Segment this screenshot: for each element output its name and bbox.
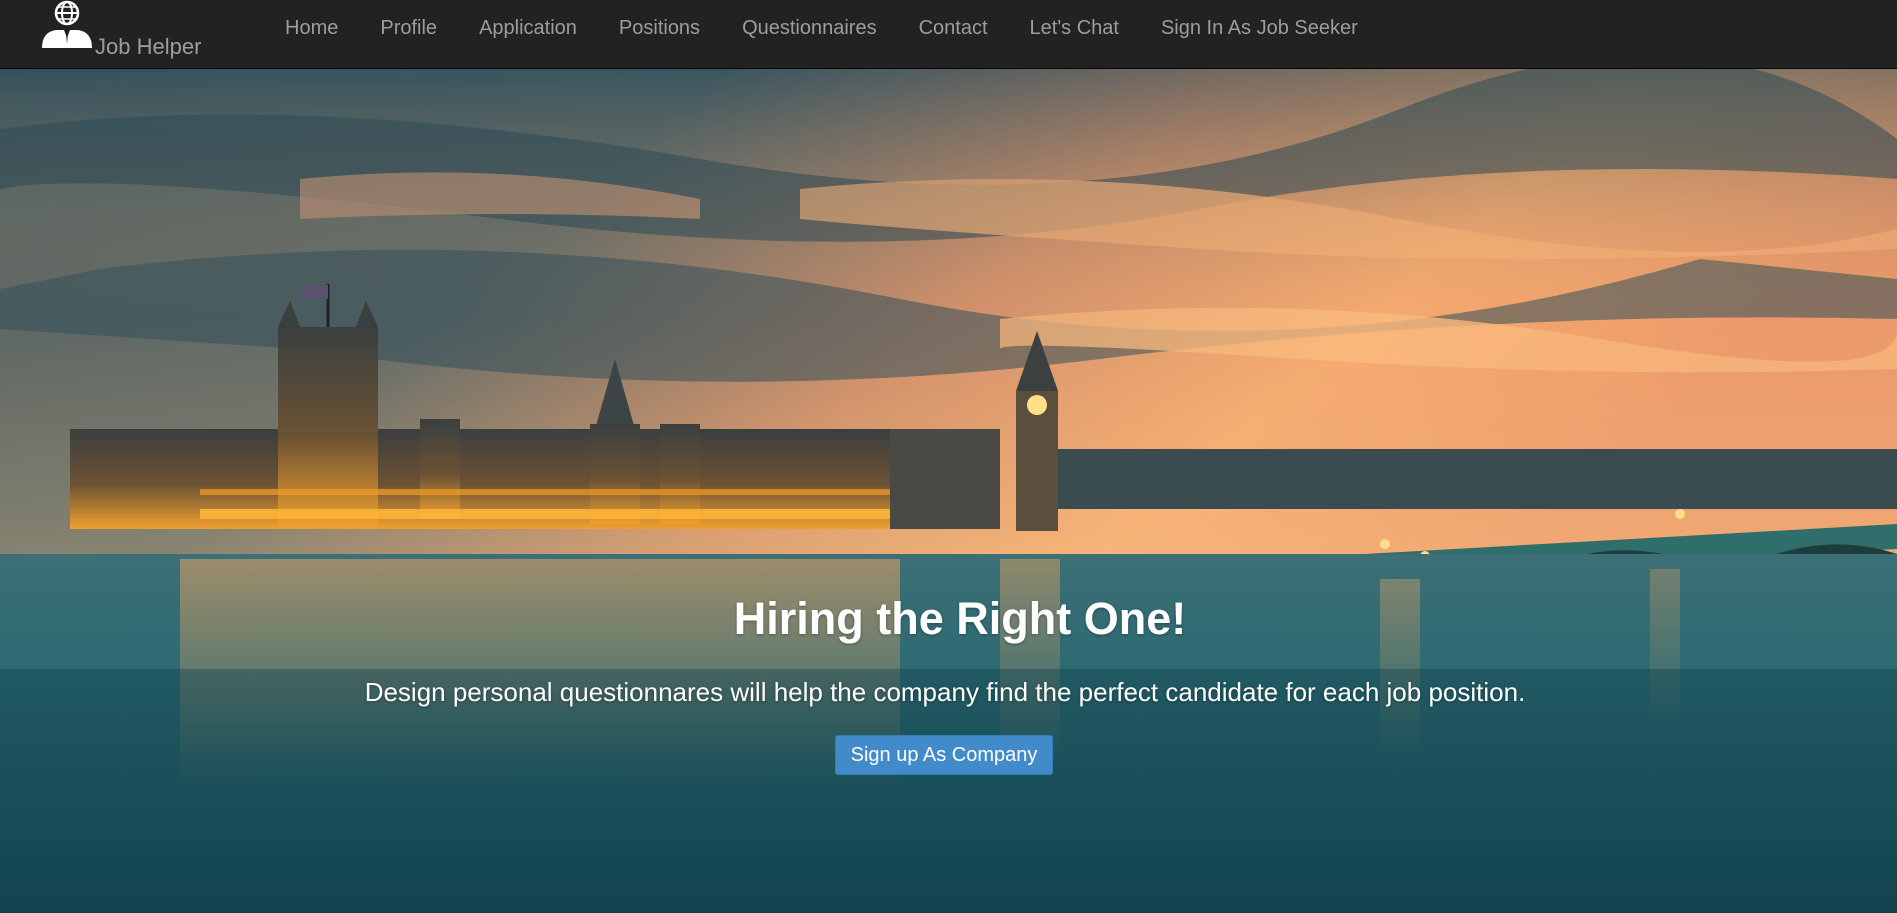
nav-lets-chat[interactable]: Let's Chat — [1009, 0, 1140, 63]
sign-up-company-button[interactable]: Sign up As Company — [835, 735, 1053, 775]
hero-title: Hiring the Right One! — [733, 593, 1187, 644]
main-nav: Home Profile Application Positions Quest… — [264, 0, 1379, 69]
hero-section: Hiring the Right One! Design personal qu… — [0, 69, 1897, 913]
nav-questionnaires[interactable]: Questionnaires — [721, 0, 898, 63]
job-seeker-globe-icon — [42, 0, 92, 48]
brand-name: Job Helper — [95, 34, 202, 59]
top-navbar: Job Helper Home Profile Application Posi… — [0, 0, 1897, 69]
nav-application[interactable]: Application — [458, 0, 598, 63]
nav-profile[interactable]: Profile — [359, 0, 458, 63]
nav-positions[interactable]: Positions — [598, 0, 721, 63]
nav-contact[interactable]: Contact — [898, 0, 1009, 63]
hero-subtitle: Design personal questionnares will help … — [364, 677, 1526, 707]
hero-content: Hiring the Right One! Design personal qu… — [0, 69, 1897, 913]
nav-sign-in-job-seeker[interactable]: Sign In As Job Seeker — [1140, 0, 1379, 63]
nav-home[interactable]: Home — [264, 0, 359, 63]
